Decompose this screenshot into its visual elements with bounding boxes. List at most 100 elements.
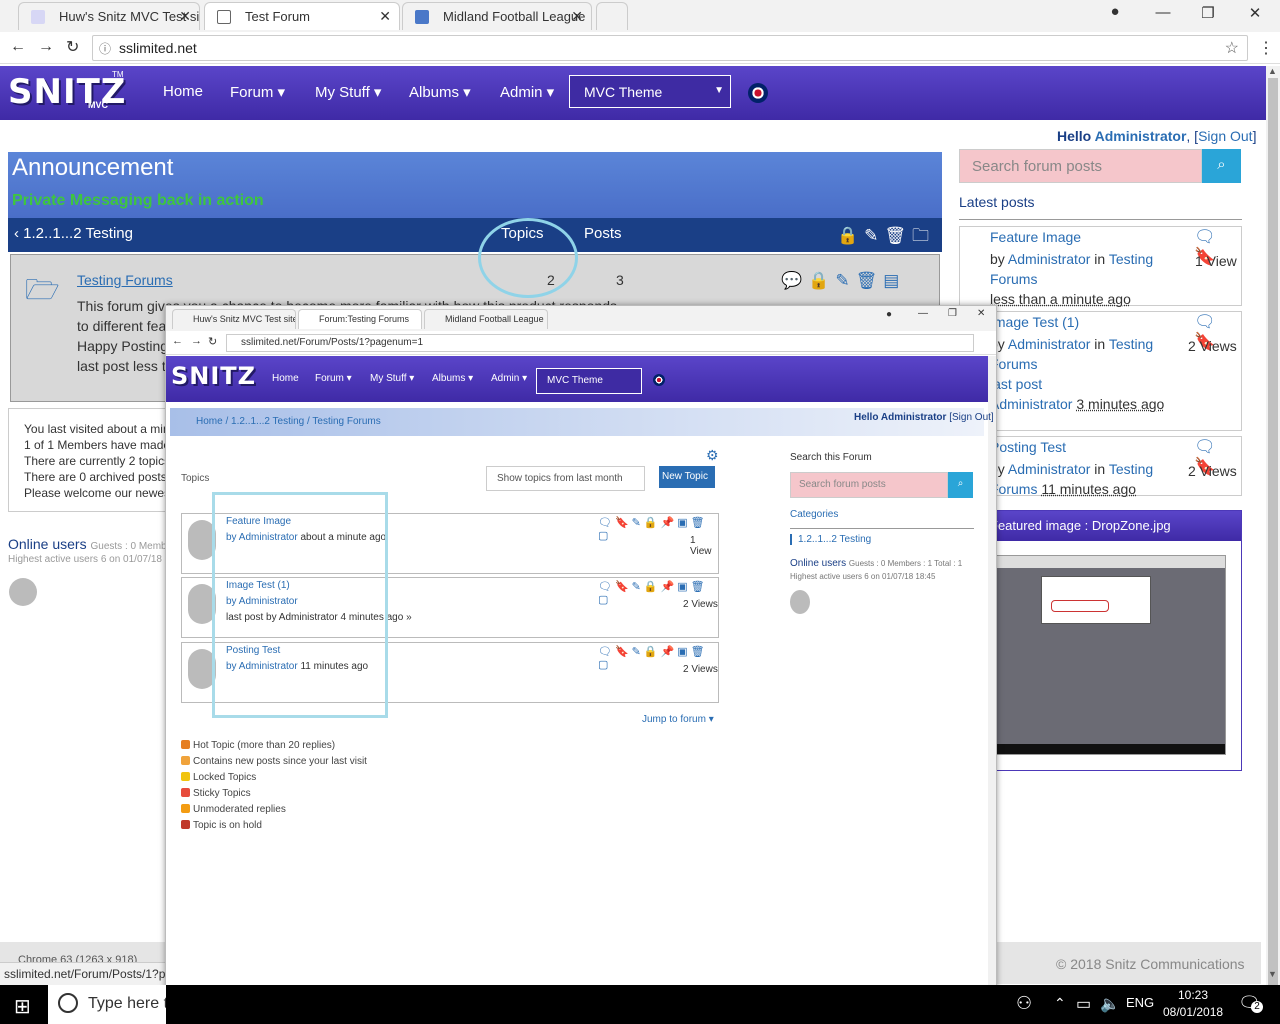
new-tab-button[interactable] — [596, 2, 628, 30]
nav-forum[interactable]: Forum ▾ — [230, 83, 285, 101]
post-title-link[interactable]: Image Test (1) — [990, 314, 1079, 330]
maximize-icon: ❐ — [948, 308, 957, 319]
close-window-icon: ✕ — [977, 308, 986, 319]
category-actions[interactable]: 🔒✎🗑🗀 — [837, 223, 935, 252]
inner-tab[interactable]: Huw's Snitz MVC Test site — [172, 309, 296, 329]
clock-date[interactable]: 08/01/2018 — [1163, 1005, 1223, 1019]
windows-taskbar: ⊞ Type here to search ⚇ ⌃ ▭ 🔈 ENG 10:23 … — [0, 985, 1280, 1024]
chevron-up-icon[interactable]: ⌃ — [1054, 995, 1066, 1012]
back-icon: ← — [172, 335, 183, 347]
archive-icon[interactable]: ▤ — [883, 271, 905, 290]
scroll-up-icon[interactable]: ▲ — [1268, 66, 1277, 76]
theme-select[interactable]: MVC Theme ▼ — [569, 75, 731, 108]
posts-column-header: Posts — [584, 225, 622, 242]
site-navbar: SNITZ MVC TM Home Forum ▾ My Stuff ▾ Alb… — [0, 66, 1268, 120]
copyright: © 2018 Snitz Communications — [1056, 956, 1245, 972]
latest-post-card: Feature Image by Administrator in Testin… — [959, 226, 1242, 307]
comments-icon[interactable]: 🗨 — [1194, 437, 1222, 456]
people-icon[interactable]: ⚇ — [1016, 993, 1032, 1014]
forum-actions[interactable]: 💬🔒✎🗑▤ — [781, 271, 905, 291]
search-button[interactable]: ⌕ — [1202, 149, 1241, 183]
close-window-icon[interactable]: ✕ — [1245, 4, 1265, 22]
chevron-down-icon: ▼ — [714, 85, 724, 96]
minimize-icon[interactable]: — — [1153, 4, 1173, 21]
page-scrollbar[interactable]: ▲ ▼ — [1266, 66, 1280, 994]
page-icon — [217, 10, 231, 24]
inner-tab[interactable]: Midland Football League — [424, 309, 548, 329]
reload-icon[interactable]: ↻ — [66, 37, 79, 57]
lock-icon[interactable]: 🔒 — [837, 226, 864, 245]
scroll-down-icon[interactable]: ▼ — [1268, 969, 1277, 979]
featured-image-thumbnail[interactable] — [990, 555, 1226, 755]
highlight-box — [212, 492, 388, 718]
network-icon[interactable]: ▭ — [1076, 994, 1091, 1014]
inner-url-field: sslimited.net/Forum/Posts/1?pagenum=1 — [226, 334, 974, 352]
profile-icon[interactable]: ● — [1105, 3, 1125, 20]
forum-title-link[interactable]: Testing Forums — [77, 272, 173, 288]
edit-icon[interactable]: ✎ — [864, 226, 884, 245]
volume-icon[interactable]: 🔈 — [1100, 994, 1120, 1014]
announcement-panel: Announcement Private Messaging back in a… — [8, 152, 942, 218]
gear-icon: ⚙ — [706, 447, 719, 463]
back-icon[interactable]: ← — [10, 38, 26, 56]
announcement-title: Announcement — [12, 154, 174, 181]
profile-icon: ● — [886, 309, 893, 320]
uk-flag-icon[interactable] — [748, 83, 768, 103]
menu-icon[interactable]: ⋮ — [1258, 38, 1274, 58]
close-tab-icon[interactable]: ✕ — [571, 8, 583, 25]
nav-admin[interactable]: Admin ▾ — [500, 83, 554, 101]
browser-tab-huws[interactable]: Huw's Snitz MVC Test site ✕ — [18, 2, 200, 30]
post-title-link[interactable]: Posting Test — [990, 439, 1066, 455]
minimize-icon: — — [918, 308, 928, 319]
scroll-thumb[interactable] — [1268, 78, 1278, 994]
latest-posts-title: Latest posts — [959, 194, 1035, 210]
comment-icon[interactable]: 💬 — [781, 271, 808, 290]
inner-tab[interactable]: Forum:Testing Forums — [298, 309, 422, 329]
search-input[interactable]: Search forum posts — [959, 149, 1202, 183]
search-icon: ⌕ — [957, 478, 964, 489]
user-link[interactable]: Administrator — [1095, 128, 1187, 144]
nav-home[interactable]: Home — [163, 83, 203, 100]
new-topic-button: New Topic — [659, 466, 715, 488]
featured-image-panel: Featured image : DropZone.jpg — [959, 510, 1242, 771]
taskbar-search-input[interactable]: Type here to search — [48, 985, 166, 1024]
click-highlight-circle — [478, 218, 578, 298]
browser-tab-midland[interactable]: Midland Football League ✕ — [402, 2, 592, 30]
trash-icon[interactable]: 🗑 — [856, 271, 884, 290]
category-title[interactable]: ‹ 1.2..1...2 Testing — [14, 225, 133, 242]
nav-my-stuff[interactable]: My Stuff ▾ — [315, 83, 381, 101]
edit-icon[interactable]: ✎ — [835, 271, 855, 290]
post-title-link[interactable]: Feature Image — [990, 229, 1081, 245]
folder-icon[interactable]: 🗀 — [912, 226, 935, 245]
notification-count: 2 — [1251, 1001, 1263, 1013]
forward-icon[interactable]: → — [38, 38, 54, 56]
lock-icon[interactable]: 🔒 — [808, 271, 835, 290]
highest-active: Highest active users 6 on 01/07/18 18:45 — [8, 554, 190, 565]
forward-icon: → — [191, 335, 202, 347]
close-tab-icon[interactable]: ✕ — [379, 8, 391, 25]
category-header: ‹ 1.2..1...2 Testing Topics Posts 🔒✎🗑🗀 — [8, 218, 942, 252]
info-icon: ⓘ — [99, 42, 112, 56]
comments-icon[interactable]: 🗨 — [1194, 227, 1222, 246]
reload-icon: ↻ — [208, 336, 218, 348]
maximize-icon[interactable]: ❐ — [1198, 4, 1218, 22]
nav-albums[interactable]: Albums ▾ — [409, 83, 471, 101]
inner-navbar: SNITZ Home Forum ▾ My Stuff ▾ Albums ▾ A… — [166, 356, 988, 402]
trash-icon[interactable]: 🗑 — [884, 226, 912, 245]
windows-start-icon[interactable]: ⊞ — [14, 994, 31, 1019]
announcement-message: Private Messaging back in action — [12, 192, 264, 209]
language-indicator[interactable]: ENG — [1126, 995, 1154, 1010]
close-tab-icon[interactable]: ✕ — [179, 8, 191, 25]
comments-icon[interactable]: 🗨 — [1194, 312, 1222, 331]
clock-time[interactable]: 10:23 — [1178, 988, 1208, 1002]
browser-tab-bar: Huw's Snitz MVC Test site ✕ Test Forum ✕… — [0, 0, 1280, 32]
url-field[interactable]: ⓘ sslimited.net ☆ — [92, 35, 1248, 61]
bookmark-star-icon[interactable]: ☆ — [1225, 38, 1239, 58]
sign-out-link[interactable]: Sign Out — [1198, 128, 1252, 144]
breadcrumb: Home / 1.2..1...2 Testing / Testing Foru… — [170, 408, 994, 436]
browser-tab-test-forum[interactable]: Test Forum ✕ — [204, 2, 400, 30]
featured-image-title: Featured image : DropZone.jpg — [960, 511, 1241, 541]
snitz-logo[interactable]: SNITZ — [8, 72, 126, 112]
forum-post-count: 3 — [616, 272, 624, 288]
status-bar-url: sslimited.net/Forum/Posts/1?p — [0, 962, 165, 985]
